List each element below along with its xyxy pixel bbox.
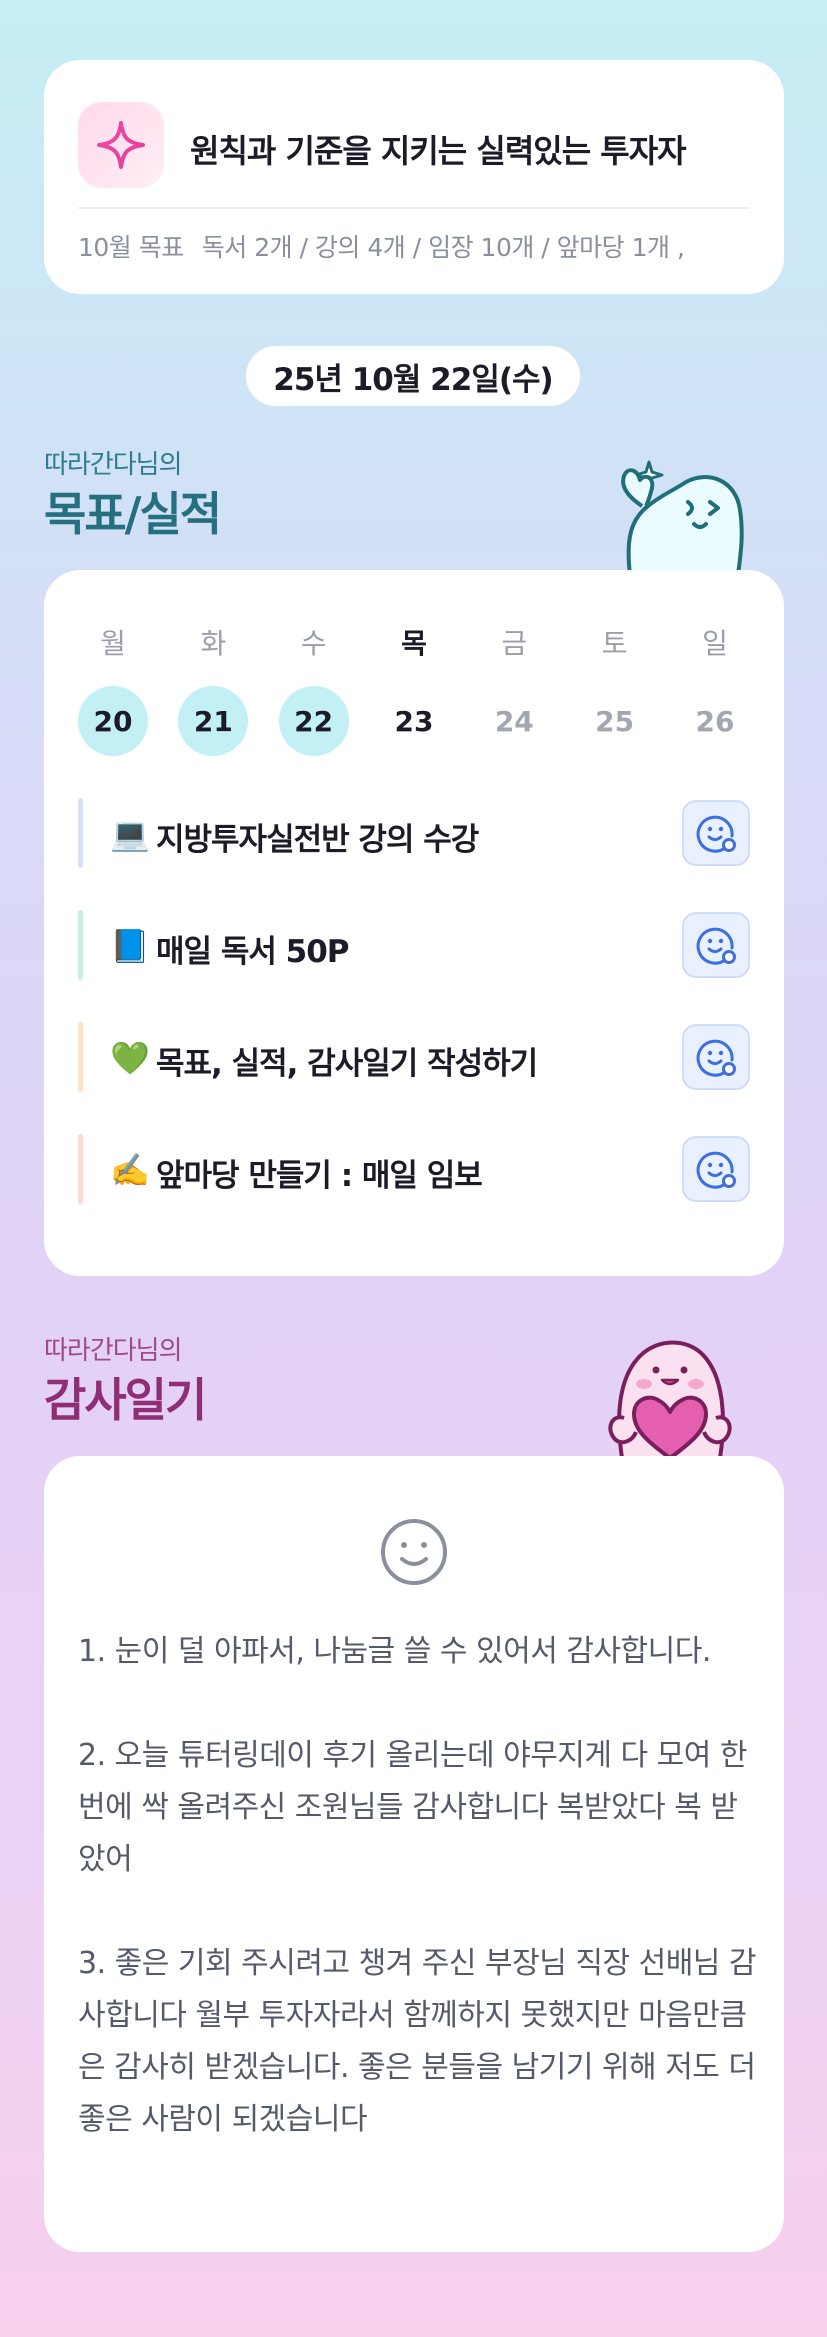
weekday-label: 화 [200, 627, 227, 660]
laptop-icon: 💻 [110, 815, 150, 853]
divider [78, 207, 750, 209]
book-icon: 📘 [110, 927, 150, 965]
weekday-label: 월 [100, 627, 126, 660]
diary-subtitle: 따라간다님의 [44, 1336, 183, 1366]
week-calendar: 월 20 화 21 수 22 목 23 금 24 토 25 일 26 [78, 622, 750, 756]
weekday-label: 일 [702, 627, 728, 660]
monthly-goal-label: 10월 목표 [78, 233, 184, 262]
monthly-goal: 10월 목표 독서 2개 / 강의 4개 / 임장 10개 / 앞마당 1개 , [78, 228, 750, 264]
feedback-button[interactable] [682, 800, 750, 866]
smiley-icon [380, 1518, 448, 1590]
day-24[interactable]: 24 [479, 686, 549, 756]
goal-card[interactable]: 원칙과 기준을 지키는 실력있는 투자자 10월 목표 독서 2개 / 강의 4개… [44, 60, 784, 294]
writing-hand-icon: ✍️ [110, 1151, 150, 1189]
sparkle-icon [78, 102, 164, 188]
smiley-gear-icon [696, 1039, 736, 1077]
feedback-button[interactable] [682, 1136, 750, 1202]
task-label: 앞마당 만들기 : 매일 임보 [156, 1158, 483, 1194]
task-label: 지방투자실전반 강의 수강 [156, 822, 479, 858]
task-bar [78, 798, 83, 868]
task-bar [78, 1134, 83, 1204]
diary-title: 감사일기 [44, 1373, 207, 1427]
performance-subtitle: 따라간다님의 [44, 450, 183, 480]
day-25[interactable]: 25 [580, 686, 650, 756]
monthly-goal-text: 독서 2개 / 강의 4개 / 임장 10개 / 앞마당 1개 , [201, 233, 685, 262]
smiley-gear-icon [696, 927, 736, 965]
diary-entries: 1. 눈이 덜 아파서, 나눔글 쓸 수 있어서 감사합니다. 2. 오늘 튜터… [78, 1626, 758, 2198]
task-label: 목표, 실적, 감사일기 작성하기 [156, 1046, 538, 1082]
diary-entry: 2. 오늘 튜터링데이 후기 올리는데 야무지게 다 모여 한번에 싹 올려주신… [78, 1738, 748, 1877]
mascot-heart-illustration [588, 1328, 753, 1462]
task-label: 매일 독서 50P [156, 934, 350, 970]
performance-title: 목표/실적 [44, 487, 222, 541]
task-item[interactable]: ✍️ 앞마당 만들기 : 매일 임보 [78, 1134, 750, 1204]
diary-entry: 3. 좋은 기회 주시려고 챙겨 주신 부장님 직장 선배님 감사합니다 월부 … [78, 1946, 757, 2137]
day-23[interactable]: 23 [379, 686, 449, 756]
task-item[interactable]: 📘 매일 독서 50P [78, 910, 750, 980]
task-bar [78, 1022, 83, 1092]
day-20[interactable]: 20 [78, 686, 148, 756]
weekday-label: 금 [501, 627, 528, 660]
day-26[interactable]: 26 [680, 686, 750, 756]
task-bar [78, 910, 83, 980]
day-21[interactable]: 21 [178, 686, 249, 756]
weekday-label-today: 목 [401, 627, 427, 660]
task-item[interactable]: 💻 지방투자실전반 강의 수강 [78, 798, 750, 868]
diary-card: 1. 눈이 덜 아파서, 나눔글 쓸 수 있어서 감사합니다. 2. 오늘 튜터… [44, 1456, 784, 2252]
task-item[interactable]: 💚 목표, 실적, 감사일기 작성하기 [78, 1022, 750, 1092]
green-heart-icon: 💚 [110, 1039, 150, 1077]
smiley-gear-icon [696, 815, 736, 853]
weekday-label: 수 [300, 627, 327, 660]
smiley-gear-icon [696, 1151, 736, 1189]
weekday-label: 토 [601, 627, 628, 660]
day-22[interactable]: 22 [278, 686, 349, 756]
goal-headline: 원칙과 기준을 지키는 실력있는 투자자 [190, 132, 687, 170]
feedback-button[interactable] [682, 912, 750, 978]
diary-entry: 1. 눈이 덜 아파서, 나눔글 쓸 수 있어서 감사합니다. [78, 1634, 711, 1669]
performance-card: 월 20 화 21 수 22 목 23 금 24 토 25 일 26 💻 지방투자실전반 강의… [44, 570, 784, 1276]
feedback-button[interactable] [682, 1024, 750, 1090]
mascot-thumbs-up-illustration [590, 440, 760, 579]
date-pill[interactable]: 25년 10월 22일(수) [246, 346, 580, 406]
